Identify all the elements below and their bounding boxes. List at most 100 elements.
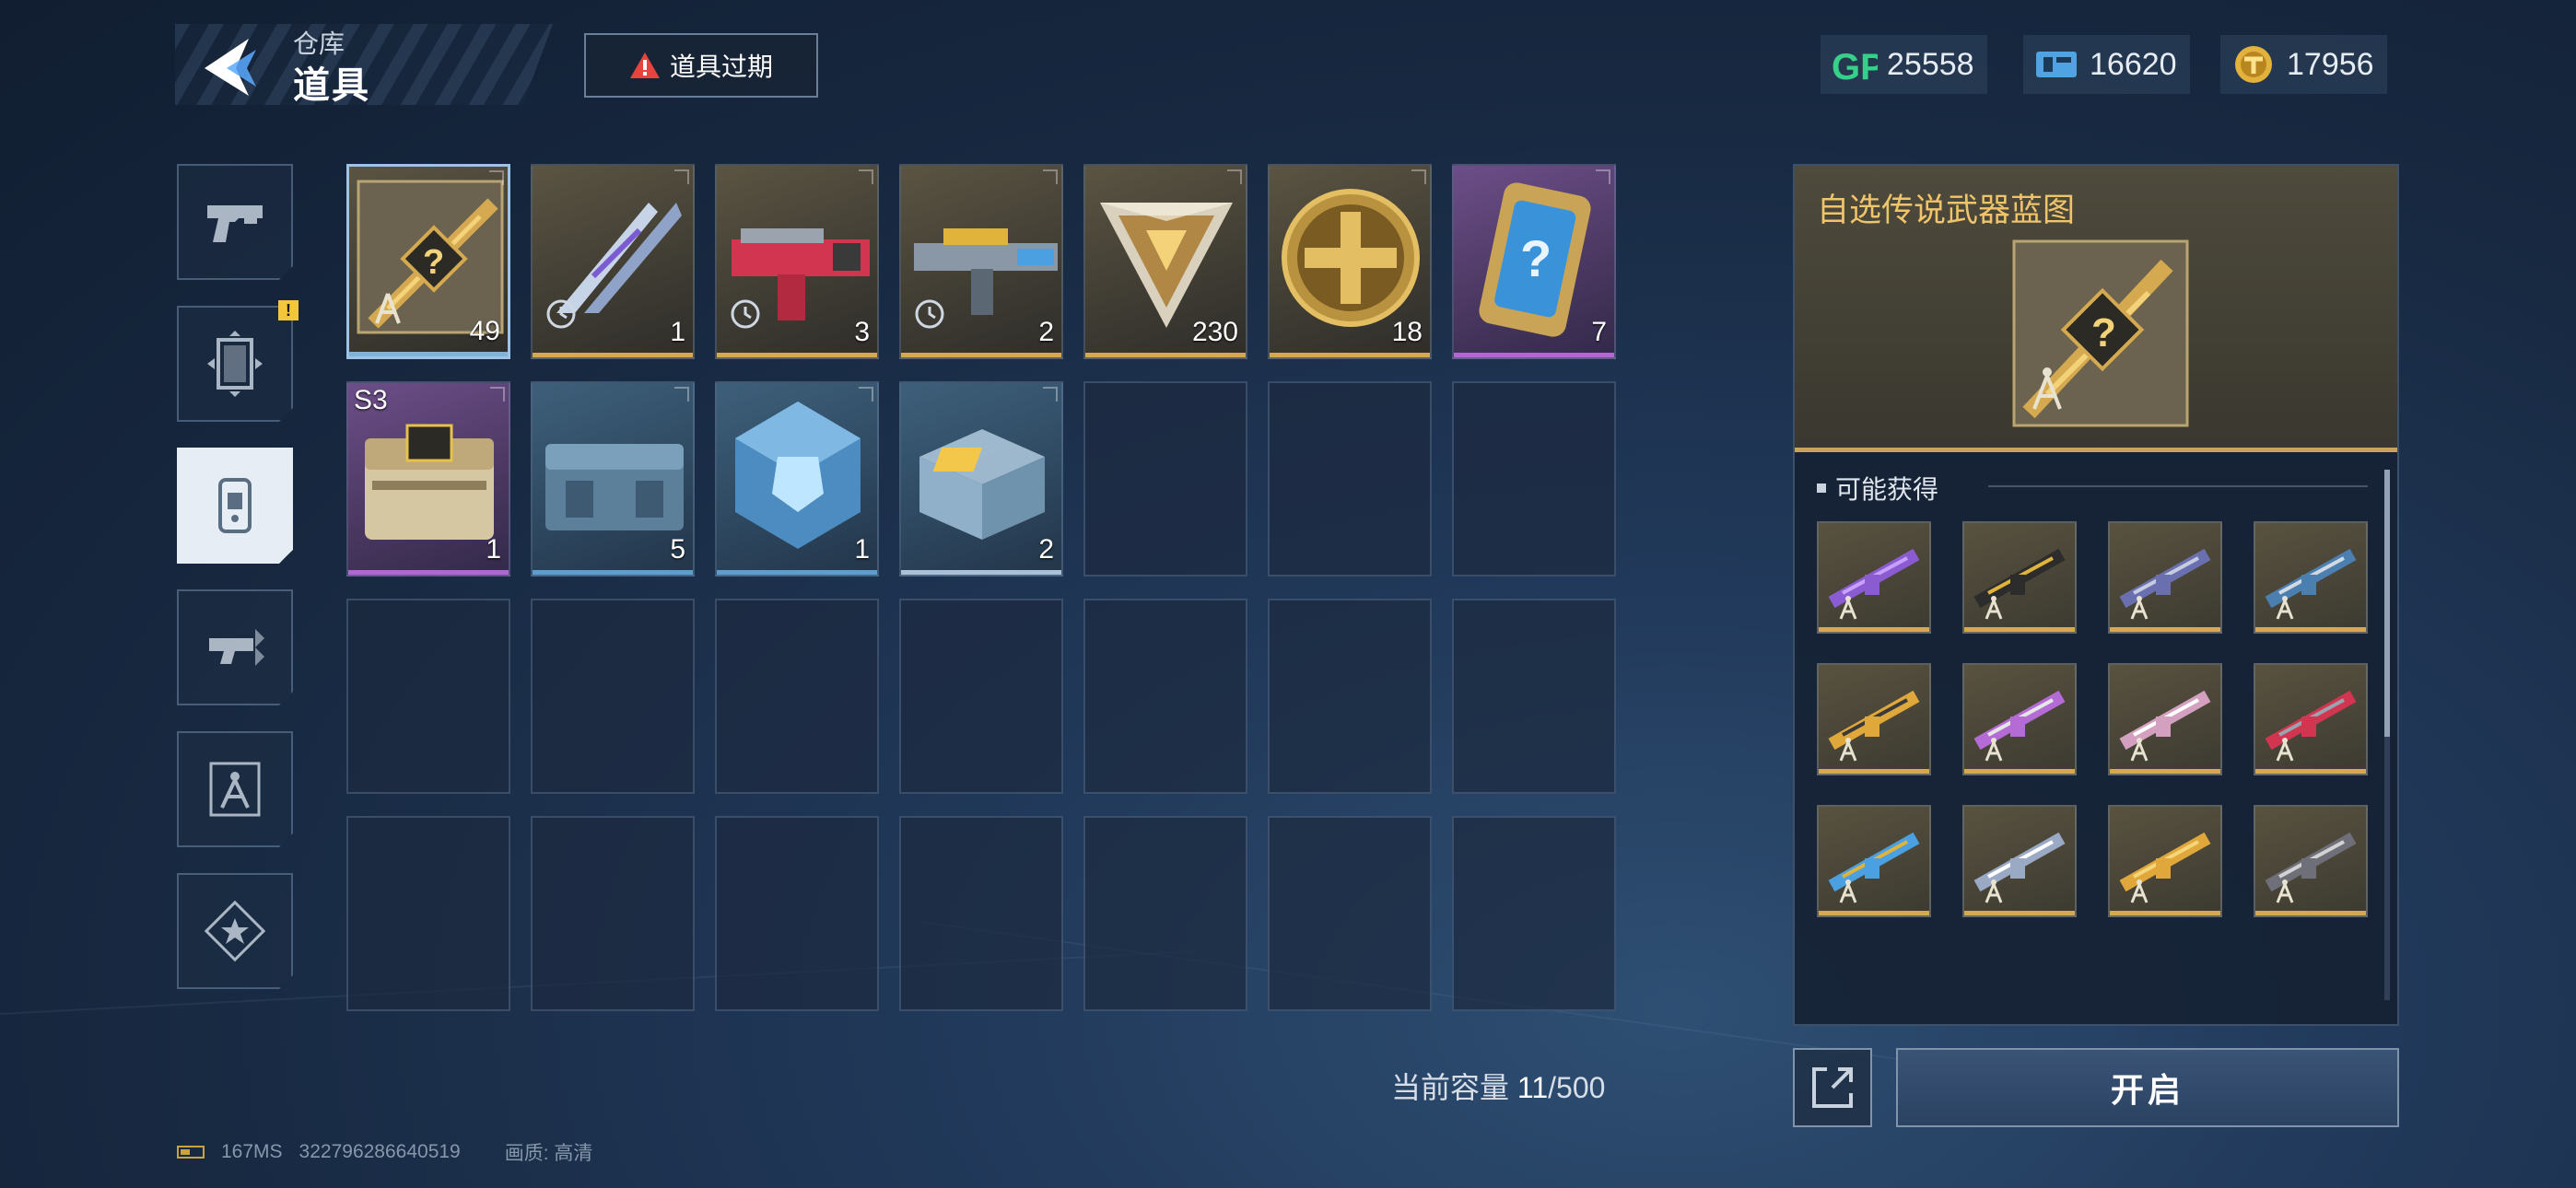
slot-corner-mark [1227, 169, 1242, 184]
inventory-slot-mystery-card[interactable]: ? 7 [1452, 164, 1616, 359]
svg-text:?: ? [1520, 229, 1551, 287]
slot-corner-mark [674, 387, 689, 402]
ticket-icon [2036, 52, 2077, 77]
inventory-slot-triangle-token[interactable]: 230 [1083, 164, 1247, 359]
item-count: 2 [1038, 534, 1054, 565]
inventory-slot-gold-cross-coin[interactable]: 18 [1268, 164, 1432, 359]
sidebar-item-skin[interactable] [177, 306, 293, 422]
sidebar-notification-badge: ! [278, 300, 299, 320]
detail-title: 自选传说武器蓝图 [1817, 192, 2076, 228]
inventory-slot-empty[interactable] [1268, 816, 1432, 1011]
reward-weapon-blueprint[interactable] [2254, 805, 2368, 917]
inventory-slot-empty[interactable] [1452, 816, 1616, 1011]
inventory-slot-empty[interactable] [531, 599, 695, 794]
currency-gp[interactable]: GP 25558 [1821, 35, 1987, 94]
inventory-slot-empty[interactable] [1452, 381, 1616, 577]
inventory-slot-s3-supply-crate[interactable]: S3 1 [346, 381, 510, 577]
reward-weapon-blueprint[interactable] [1962, 521, 2077, 634]
rarity-bar [1964, 769, 2075, 774]
slot-corner-mark [489, 170, 504, 185]
currency-gold[interactable]: 17956 [2220, 35, 2387, 94]
reward-weapon-blueprint[interactable] [1962, 805, 2077, 917]
rarity-bar [1964, 627, 2075, 632]
reward-weapon-blueprint[interactable] [2108, 663, 2222, 775]
inventory-slot-glass-crate[interactable]: 2 [899, 381, 1063, 577]
expired-items-label: 道具过期 [669, 52, 773, 81]
sidebar-item-items[interactable] [177, 448, 293, 564]
inventory-slot-empty[interactable] [1083, 816, 1247, 1011]
timer-clock-icon [546, 299, 576, 329]
open-button[interactable]: 开启 [1896, 1048, 2399, 1127]
back-button[interactable] [195, 35, 263, 99]
inventory-slot-rifle-skin[interactable]: 2 [899, 164, 1063, 359]
sidebar-item-special[interactable] [177, 873, 293, 989]
slot-corner-mark [1596, 169, 1610, 184]
rarity-bar [2110, 769, 2220, 774]
reward-weapon-blueprint[interactable] [1817, 805, 1931, 917]
item-count: 1 [670, 317, 685, 347]
section-divider [1988, 485, 2368, 487]
share-button[interactable] [1793, 1048, 1872, 1127]
inventory-slot-empty[interactable] [1083, 381, 1247, 577]
reward-weapon-blueprint[interactable] [2108, 521, 2222, 634]
svg-text:?: ? [2091, 310, 2116, 355]
page-title: 道具 [293, 65, 370, 106]
rewards-scroll-thumb[interactable] [2384, 470, 2390, 737]
reward-weapon-blueprint[interactable] [1817, 663, 1931, 775]
expired-items-button[interactable]: 道具过期 [584, 33, 818, 98]
inventory-slot-empty[interactable] [346, 816, 510, 1011]
reward-weapon-blueprint[interactable] [1962, 663, 2077, 775]
item-count: 7 [1591, 317, 1607, 347]
inventory-slot-empty[interactable] [899, 599, 1063, 794]
rarity-bar [1964, 911, 2075, 915]
rarity-bar [1454, 353, 1614, 357]
sidebar-item-blueprints[interactable] [177, 731, 293, 847]
slot-corner-mark [1411, 169, 1426, 184]
rarity-bar [2255, 627, 2366, 632]
capacity-label: 当前容量 [1391, 1071, 1517, 1104]
rarity-bar [2255, 911, 2366, 915]
triangle-token-image [1100, 203, 1233, 328]
rarity-bar [1085, 353, 1246, 357]
slot-corner-mark [859, 169, 873, 184]
weapon-blueprint-image [1828, 690, 1920, 762]
inventory-slot-empty[interactable] [715, 599, 879, 794]
inventory-slot-blue-cube-crate[interactable]: 1 [715, 381, 879, 577]
reward-weapon-blueprint[interactable] [2254, 663, 2368, 775]
rarity-bar [533, 353, 693, 357]
capacity-current: 11 [1516, 1071, 1549, 1104]
currency-ticket[interactable]: 16620 [2023, 35, 2190, 94]
inventory-slot-empty[interactable] [899, 816, 1063, 1011]
inventory-slot-red-shotgun-skin[interactable]: 3 [715, 164, 879, 359]
sidebar-item-attachments[interactable] [177, 589, 293, 705]
warning-icon [629, 52, 660, 78]
inventory-slot-blue-supply-crate[interactable]: 5 [531, 381, 695, 577]
rarity-bar [349, 352, 508, 356]
inventory-slot-empty[interactable] [1452, 599, 1616, 794]
back-arrow-icon [205, 39, 256, 96]
weapon-blueprint-image [2265, 690, 2357, 762]
reward-weapon-blueprint[interactable] [2108, 805, 2222, 917]
inventory-slot-empty[interactable] [531, 816, 695, 1011]
season-tag: S3 [354, 385, 388, 415]
item-tag-icon [218, 478, 252, 533]
inventory-slot-legendary-blueprint-selector[interactable]: ? 49 [346, 164, 510, 359]
uid-text: 322796286640519 [299, 1141, 461, 1162]
inventory-slot-empty[interactable] [1268, 599, 1432, 794]
reward-weapon-blueprint[interactable] [2254, 521, 2368, 634]
reward-weapon-blueprint[interactable] [1817, 521, 1931, 634]
weapon-blueprint-image [2265, 548, 2357, 620]
slot-corner-mark [1043, 169, 1058, 184]
capacity-max: /500 [1548, 1071, 1606, 1104]
sidebar-item-weapon[interactable] [177, 164, 293, 280]
share-icon [1812, 1067, 1853, 1108]
inventory-slot-empty[interactable] [715, 816, 879, 1011]
inventory-slot-empty[interactable] [1268, 381, 1432, 577]
item-detail-panel: 自选传说武器蓝图 ? 可能获得 [1793, 164, 2399, 1026]
slot-corner-mark [490, 387, 505, 402]
inventory-slot-dual-blade-skin[interactable]: 1 [531, 164, 695, 359]
inventory-slot-empty[interactable] [1083, 599, 1247, 794]
inventory-slot-empty[interactable] [346, 599, 510, 794]
rarity-bar [2110, 627, 2220, 632]
compass-icon [209, 762, 261, 817]
